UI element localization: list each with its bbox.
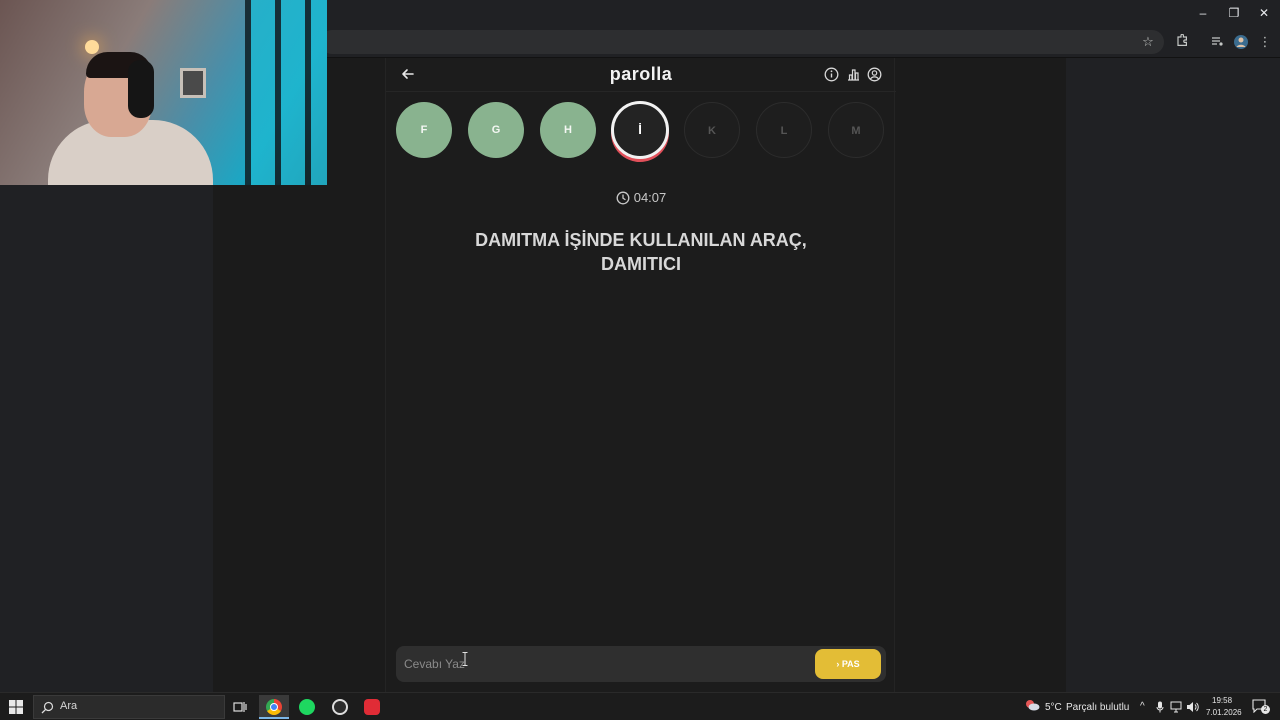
- windows-start-icon[interactable]: [9, 700, 23, 714]
- pass-button[interactable]: › PAS: [815, 649, 881, 679]
- letter-progress: F G H İ K L M: [396, 101, 886, 164]
- taskbar-search-placeholder: Ara: [60, 700, 78, 712]
- letter-circle: G: [468, 102, 524, 158]
- taskbar-search[interactable]: Ara: [33, 695, 225, 719]
- webcam-picture-frame: [180, 68, 206, 98]
- weather-temperature[interactable]: 5°C: [1045, 702, 1062, 713]
- network-icon[interactable]: [1170, 701, 1182, 716]
- chevron-right-icon: ›: [836, 659, 840, 669]
- timer: 04:07: [386, 190, 896, 205]
- info-icon[interactable]: [824, 67, 839, 82]
- letter-circle: K: [684, 102, 740, 158]
- question-line: DAMITICI: [601, 254, 681, 274]
- letter-circle: H: [540, 102, 596, 158]
- clock-time[interactable]: 19:58: [1212, 696, 1232, 705]
- red-app-taskbar-icon[interactable]: [357, 695, 387, 719]
- parolla-app: parolla F G H İ K L M 04:07 DAMITMA İŞİN…: [385, 58, 896, 692]
- extensions-icon[interactable]: [1174, 33, 1190, 50]
- chevron-up-icon[interactable]: ^: [1140, 701, 1145, 712]
- taskbar: Ara 5°C Parçalı bulutlu ^ 19:58 7.01.202…: [0, 692, 1280, 720]
- letter-circle-current: İ: [611, 101, 669, 159]
- letter-circle: F: [396, 102, 452, 158]
- bookmark-star-icon[interactable]: ☆: [1140, 34, 1156, 50]
- notification-count: 2: [1261, 705, 1270, 714]
- browser-menu-icon[interactable]: ⋮: [1257, 34, 1273, 50]
- pass-label: PAS: [841, 659, 860, 669]
- webcam-shelf: [245, 0, 327, 185]
- media-control-icon[interactable]: [1209, 34, 1225, 50]
- answer-bar: › PAS: [396, 646, 886, 682]
- app-header: parolla: [386, 58, 896, 92]
- search-icon: [41, 701, 54, 714]
- restore-button[interactable]: ❐: [1219, 4, 1249, 22]
- user-profile-icon[interactable]: [867, 67, 882, 82]
- webcam-overlay: [0, 0, 327, 185]
- text-cursor-icon: [462, 652, 468, 666]
- address-bar[interactable]: [320, 30, 1164, 54]
- close-window-button[interactable]: ✕: [1249, 4, 1279, 22]
- timer-value: 04:07: [633, 190, 667, 205]
- task-view-icon[interactable]: [225, 695, 255, 719]
- question-text: DAMITMA İŞİNDE KULLANILAN ARAÇ, DAMITICI: [431, 228, 851, 276]
- weather-description[interactable]: Parçalı bulutlu: [1066, 702, 1129, 713]
- webcam-lamp: [85, 40, 99, 54]
- app-title: parolla: [609, 64, 673, 84]
- clock-icon: [616, 191, 630, 205]
- webcam-headphones: [128, 60, 154, 118]
- letter-circle: L: [756, 102, 812, 158]
- microphone-icon[interactable]: [1156, 701, 1164, 716]
- chrome-taskbar-icon[interactable]: [259, 695, 289, 719]
- profile-avatar-icon[interactable]: [1233, 34, 1249, 50]
- letter-circle: M: [828, 102, 884, 158]
- minimize-button[interactable]: –: [1188, 4, 1218, 22]
- notification-icon[interactable]: 2: [1252, 699, 1270, 716]
- stats-chart-icon[interactable]: [846, 67, 861, 82]
- weather-icon[interactable]: [1024, 698, 1040, 715]
- volume-icon[interactable]: [1186, 701, 1199, 716]
- clock-date[interactable]: 7.01.2026: [1206, 708, 1242, 717]
- spotify-taskbar-icon[interactable]: [292, 695, 322, 719]
- question-line: DAMITMA İŞİNDE KULLANILAN ARAÇ,: [475, 230, 807, 250]
- obs-taskbar-icon[interactable]: [325, 695, 355, 719]
